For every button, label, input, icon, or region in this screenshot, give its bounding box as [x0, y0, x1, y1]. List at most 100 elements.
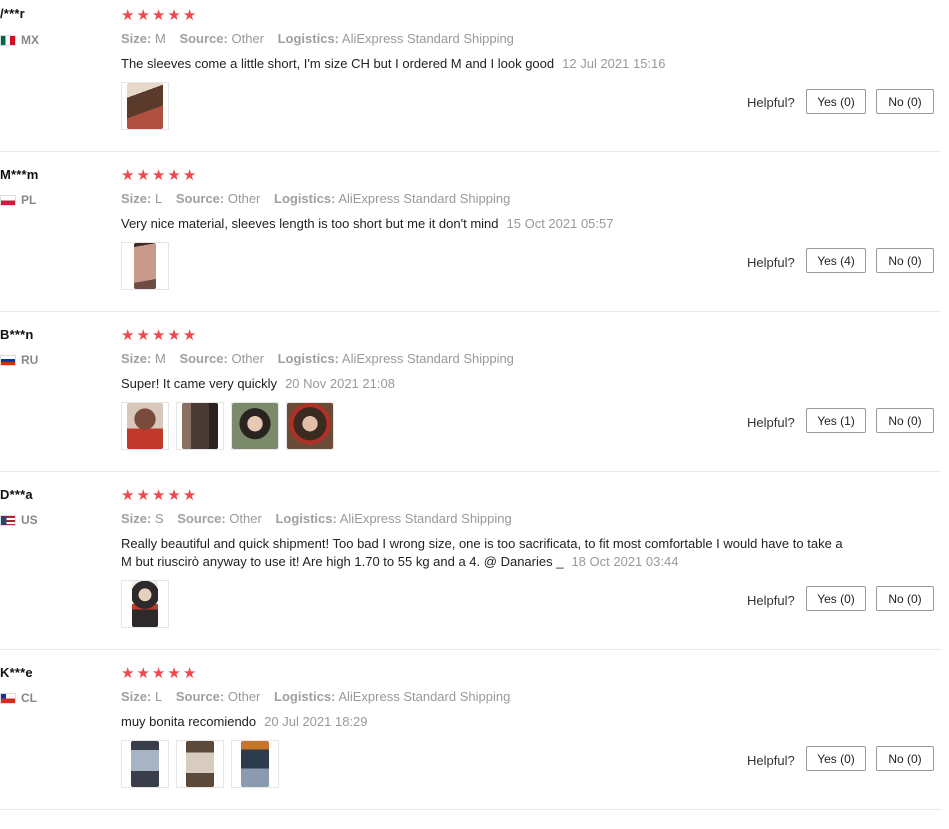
- review-photos: [121, 402, 334, 450]
- review-photo-thumbnail[interactable]: [231, 402, 279, 450]
- source-value: Other: [231, 351, 264, 366]
- review-photos: [121, 82, 169, 130]
- logistics-value: AliExpress Standard Shipping: [339, 511, 512, 526]
- star-rating: ★ ★ ★ ★ ★: [121, 666, 196, 681]
- review-text: Really beautiful and quick shipment! Too…: [121, 535, 849, 571]
- logistics-value: AliExpress Standard Shipping: [338, 689, 511, 704]
- source-value: Other: [231, 31, 264, 46]
- photo-image: [182, 403, 218, 449]
- review-body: muy bonita recomiendo: [121, 714, 257, 729]
- helpful-no-button[interactable]: No (0): [876, 746, 934, 771]
- country-code: RU: [21, 353, 39, 367]
- review-photo-thumbnail[interactable]: [176, 740, 224, 788]
- order-info: Size: L Source: Other Logistics: AliExpr…: [121, 689, 520, 704]
- review-text: muy bonita recomiendo 20 Jul 2021 18:29: [121, 713, 851, 731]
- source-label: Source:: [175, 191, 225, 206]
- order-info: Size: M Source: Other Logistics: AliExpr…: [121, 31, 524, 46]
- review-photos: [121, 580, 169, 628]
- reviewer-country: MX: [0, 33, 39, 47]
- size-value: M: [154, 351, 166, 366]
- photo-image: [232, 403, 278, 449]
- source-label: Source:: [179, 31, 228, 46]
- photo-image: [186, 741, 214, 787]
- review-photo-thumbnail[interactable]: [121, 402, 169, 450]
- review-body: The sleeves come a little short, I'm siz…: [121, 56, 555, 71]
- logistics-label: Logistics:: [277, 351, 340, 366]
- star-icon: ★: [182, 487, 197, 504]
- photo-image: [127, 403, 163, 449]
- country-code: MX: [21, 33, 39, 47]
- star-icon: ★: [151, 7, 166, 24]
- star-icon: ★: [136, 167, 150, 184]
- star-icon: ★: [182, 327, 197, 344]
- helpful-yes-button[interactable]: Yes (1): [806, 408, 866, 433]
- helpful-yes-button[interactable]: Yes (0): [806, 89, 866, 114]
- reviewer-name: K***e: [0, 665, 33, 680]
- star-icon: ★: [136, 7, 150, 24]
- star-icon: ★: [151, 327, 166, 344]
- review-photo-thumbnail[interactable]: [286, 402, 334, 450]
- star-icon: ★: [182, 665, 197, 682]
- logistics-label: Logistics:: [275, 511, 337, 526]
- helpful-label: Helpful?: [747, 255, 795, 270]
- star-icon: ★: [167, 167, 181, 184]
- star-icon: ★: [182, 7, 197, 24]
- star-rating: ★ ★ ★ ★ ★: [121, 168, 196, 183]
- helpful-yes-button[interactable]: Yes (4): [806, 248, 866, 273]
- helpful-label: Helpful?: [747, 95, 795, 110]
- review-body: Very nice material, sleeves length is to…: [121, 216, 499, 231]
- size-label: Size:: [121, 511, 152, 526]
- logistics-value: AliExpress Standard Shipping: [341, 351, 514, 366]
- star-icon: ★: [136, 327, 150, 344]
- flag-icon: [0, 692, 16, 704]
- review-body: Super! It came very quickly: [121, 376, 278, 391]
- review-photo-thumbnail[interactable]: [121, 82, 169, 130]
- size-label: Size:: [121, 351, 152, 366]
- size-value: L: [154, 689, 163, 704]
- review-photo-thumbnail[interactable]: [121, 580, 169, 628]
- source-value: Other: [227, 689, 261, 704]
- star-icon: ★: [167, 7, 181, 24]
- star-icon: ★: [121, 327, 135, 344]
- helpful-label: Helpful?: [747, 753, 795, 768]
- flag-icon: [0, 514, 16, 526]
- star-icon: ★: [151, 167, 166, 184]
- star-icon: ★: [121, 487, 135, 504]
- logistics-value: AliExpress Standard Shipping: [338, 191, 511, 206]
- reviewer-name: D***a: [0, 487, 33, 502]
- source-label: Source:: [177, 511, 226, 526]
- review-photo-thumbnail[interactable]: [176, 402, 224, 450]
- source-value: Other: [229, 511, 262, 526]
- helpful-no-button[interactable]: No (0): [876, 586, 934, 611]
- helpful-no-button[interactable]: No (0): [876, 248, 934, 273]
- helpful-no-button[interactable]: No (0): [876, 408, 934, 433]
- review-date: 20 Nov 2021 21:08: [285, 376, 395, 391]
- review-text: Very nice material, sleeves length is to…: [121, 215, 851, 233]
- order-info: Size: M Source: Other Logistics: AliExpr…: [121, 351, 524, 366]
- review-photo-thumbnail[interactable]: [121, 242, 169, 290]
- helpful-no-button[interactable]: No (0): [876, 89, 934, 114]
- review-photo-thumbnail[interactable]: [121, 740, 169, 788]
- reviewer-country: RU: [0, 353, 38, 367]
- star-icon: ★: [151, 487, 166, 504]
- star-icon: ★: [167, 665, 181, 682]
- reviewer-name: M***m: [0, 167, 39, 182]
- review-text: The sleeves come a little short, I'm siz…: [121, 55, 851, 73]
- source-label: Source:: [179, 351, 228, 366]
- review-card: B***n RU ★ ★ ★ ★ ★ Size: M Source: Other Log…: [0, 311, 941, 472]
- review-photo-thumbnail[interactable]: [231, 740, 279, 788]
- order-info: Size: L Source: Other Logistics: AliExpr…: [121, 191, 520, 206]
- helpful-yes-button[interactable]: Yes (0): [806, 746, 866, 771]
- review-date: 15 Oct 2021 05:57: [506, 216, 614, 231]
- flag-icon: [0, 354, 16, 366]
- helpful-yes-button[interactable]: Yes (0): [806, 586, 866, 611]
- star-icon: ★: [121, 167, 135, 184]
- review-card: M***m PL ★ ★ ★ ★ ★ Size: L Source: Other Log…: [0, 151, 941, 312]
- flag-icon: [0, 34, 16, 46]
- photo-image: [132, 581, 158, 627]
- review-date: 18 Oct 2021 03:44: [571, 554, 679, 569]
- size-value: L: [154, 191, 163, 206]
- review-text: Super! It came very quickly 20 Nov 2021 2…: [121, 375, 851, 393]
- logistics-label: Logistics:: [277, 31, 340, 46]
- photo-image: [287, 403, 333, 449]
